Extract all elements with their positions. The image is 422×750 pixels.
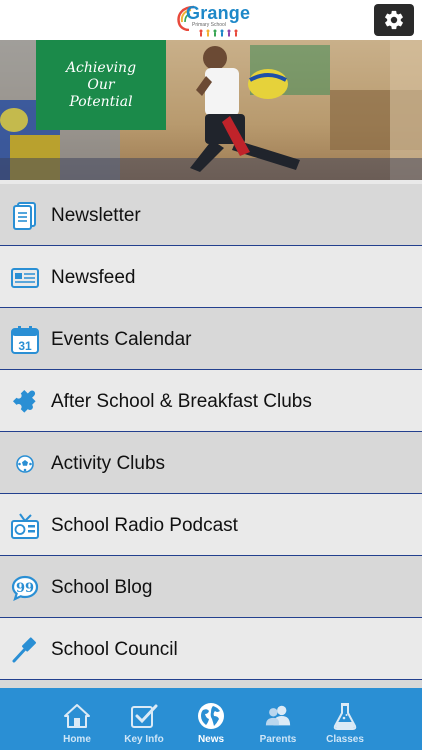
settings-button[interactable] [374, 4, 414, 36]
home-icon [63, 702, 91, 730]
tab-news[interactable]: News [176, 688, 246, 750]
menu-item-label: Newsletter [51, 205, 141, 226]
gavel-icon [10, 635, 40, 665]
menu-item-partial[interactable] [0, 680, 422, 688]
tab-label: Key Info [124, 734, 164, 745]
newspaper-icon [10, 263, 40, 293]
motto-line: Achieving [65, 59, 137, 76]
menu-item-events-calendar[interactable]: 31 Events Calendar [0, 308, 422, 370]
document-icon [10, 201, 40, 231]
logo-people-icon [199, 29, 238, 37]
calendar-day: 31 [18, 339, 32, 353]
svg-text:99: 99 [16, 581, 34, 596]
radio-icon [10, 511, 40, 541]
tab-label: Home [63, 734, 91, 745]
tab-label: News [197, 734, 225, 745]
gear-icon [385, 10, 403, 30]
puzzle-icon [10, 387, 40, 417]
menu-item-radio-podcast[interactable]: School Radio Podcast [0, 494, 422, 556]
tab-label: Parents [259, 734, 297, 745]
motto-line: Potential [69, 93, 133, 110]
menu-item-label: Activity Clubs [51, 453, 166, 474]
menu-item-newsletter[interactable]: Newsletter [0, 184, 422, 246]
menu-item-school-blog[interactable]: 99 School Blog [0, 556, 422, 618]
tab-label: Classes [326, 734, 364, 745]
tab-key-info[interactable]: Key Info [109, 688, 179, 750]
menu-item-label: School Council [51, 639, 178, 660]
football-icon [10, 449, 40, 479]
tab-parents[interactable]: Parents [243, 688, 313, 750]
menu-item-label: After School & Breakfast Clubs [51, 391, 312, 412]
menu-item-label: Events Calendar [51, 329, 192, 350]
menu-item-newsfeed[interactable]: Newsfeed [0, 246, 422, 308]
checkbox-icon [130, 702, 158, 730]
menu-list: Newsletter Newsfeed 31 Events Calendar A… [0, 180, 422, 688]
menu-item-label: School Blog [51, 577, 153, 598]
menu-item-school-council[interactable]: School Council [0, 618, 422, 680]
hero-banner: Achieving Our Potential [0, 40, 422, 180]
bottom-tab-bar: Home Key Info News Parents Classes [0, 688, 422, 750]
menu-item-activity-clubs[interactable]: Activity Clubs [0, 432, 422, 494]
logo-subtitle: Primary School [192, 22, 226, 28]
calendar-icon: 31 [10, 325, 40, 355]
logo-name: Grange [186, 3, 251, 23]
menu-item-label: School Radio Podcast [51, 515, 238, 536]
tab-classes[interactable]: Classes [310, 688, 380, 750]
app-header: Grange Primary School [0, 0, 422, 40]
motto-line: Our [87, 76, 115, 93]
people-icon [264, 702, 292, 730]
school-logo: Grange Primary School [176, 3, 251, 37]
tab-home[interactable]: Home [42, 688, 112, 750]
speech-bubble-icon: 99 [10, 573, 40, 603]
globe-icon [197, 702, 225, 730]
motto-banner: Achieving Our Potential [36, 40, 166, 130]
menu-item-label: Newsfeed [51, 267, 136, 288]
menu-item-after-school-clubs[interactable]: After School & Breakfast Clubs [0, 370, 422, 432]
flask-icon [331, 702, 359, 730]
